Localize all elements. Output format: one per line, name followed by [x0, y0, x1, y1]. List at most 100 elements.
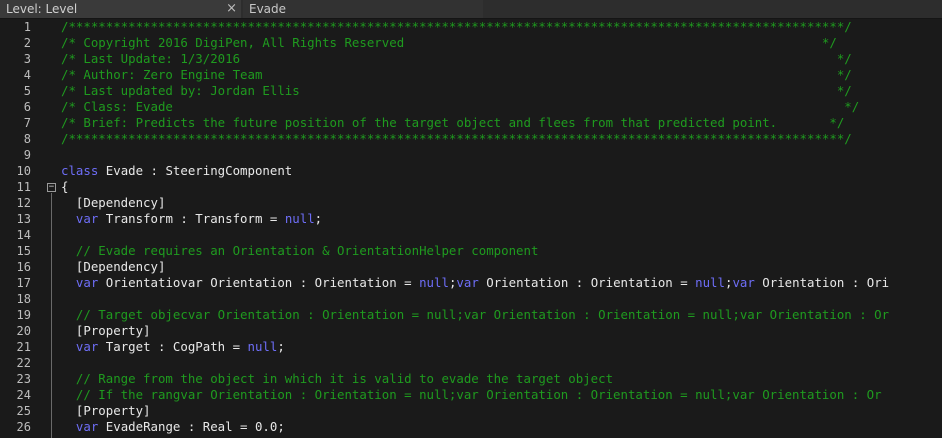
code-line[interactable]: 26 var EvadeRange : Real = 0.0;: [0, 419, 942, 435]
code-line[interactable]: 20 [Property]: [0, 323, 942, 339]
code-text: [61, 291, 76, 307]
code-text: /* Copyright 2016 DigiPen, All Rights Re…: [61, 35, 837, 51]
code-text: [61, 355, 76, 371]
line-number: 7: [23, 116, 31, 130]
keyword-token: null: [419, 275, 449, 290]
code-line[interactable]: 25 [Property]: [0, 403, 942, 419]
line-number: 23: [16, 372, 31, 386]
line-number: 13: [16, 212, 31, 226]
comment-token: /***************************************…: [61, 19, 852, 34]
code-line[interactable]: 5 /* Last updated by: Jordan Ellis */: [0, 83, 942, 99]
code-text: /* Last updated by: Jordan Ellis */: [61, 83, 852, 99]
code-token: EvadeRange : Real = 0.0;: [98, 419, 285, 434]
comment-token: /* Copyright 2016 DigiPen, All Rights Re…: [61, 35, 837, 50]
line-number: 17: [16, 276, 31, 290]
code-line[interactable]: 11 {: [0, 179, 942, 195]
code-line[interactable]: 8 /**************************************…: [0, 131, 942, 147]
code-line[interactable]: 7 /* Brief: Predicts the future position …: [0, 115, 942, 131]
code-line[interactable]: 14: [0, 227, 942, 243]
code-line[interactable]: 10 class Evade : SteeringComponent: [0, 163, 942, 179]
line-number: 15: [16, 244, 31, 258]
code-text: var Transform : Transform = null;: [61, 211, 322, 227]
line-number: 2: [23, 36, 31, 50]
code-token: [Property]: [61, 403, 151, 418]
code-line[interactable]: 3 /* Last Update: 1/3/2016 */: [0, 51, 942, 67]
line-number: 25: [16, 404, 31, 418]
code-line[interactable]: 9: [0, 147, 942, 163]
comment-token: /* Class: Evade */: [61, 99, 860, 114]
tab-bar: Level: Level × Evade: [0, 0, 942, 19]
code-editor[interactable]: 1 /**************************************…: [0, 19, 942, 438]
code-line[interactable]: 24 // If the rangvar Orientation : Orien…: [0, 387, 942, 403]
code-text: var Orientatiovar Orientation : Orientat…: [61, 275, 889, 291]
comment-token: // If the rangvar Orientation : Orientat…: [61, 387, 882, 402]
code-line[interactable]: 12 [Dependency]: [0, 195, 942, 211]
code-token: [Dependency]: [61, 195, 166, 210]
comment-token: /* Author: Zero Engine Team */: [61, 67, 852, 82]
code-text: var EvadeRange : Real = 0.0;: [61, 419, 285, 435]
code-text: {: [61, 179, 68, 195]
keyword-token: null: [695, 275, 725, 290]
code-line[interactable]: 16 [Dependency]: [0, 259, 942, 275]
code-line[interactable]: 15 // Evade requires an Orientation & Or…: [0, 243, 942, 259]
code-text: /* Author: Zero Engine Team */: [61, 67, 852, 83]
comment-token: // Range from the object in which it is …: [61, 371, 614, 386]
keyword-token: var: [75, 419, 99, 434]
line-number: 6: [23, 100, 31, 114]
code-line[interactable]: 22: [0, 355, 942, 371]
tab-evade[interactable]: Evade: [243, 0, 483, 18]
code-text: // Range from the object in which it is …: [61, 371, 613, 387]
code-text: /* Brief: Predicts the future position o…: [61, 115, 844, 131]
code-text: [Property]: [61, 323, 151, 339]
line-number: 1: [23, 20, 31, 34]
code-line[interactable]: 4 /* Author: Zero Engine Team */: [0, 67, 942, 83]
line-number: 20: [16, 324, 31, 338]
code-line[interactable]: 21 var Target : CogPath = null;: [0, 339, 942, 355]
code-text: /* Last Update: 1/3/2016 */: [61, 51, 852, 67]
code-token: Orientation : Ori: [754, 275, 890, 290]
code-line[interactable]: 13 var Transform : Transform = null;: [0, 211, 942, 227]
line-number: 4: [23, 68, 31, 82]
code-line[interactable]: 17 var Orientatiovar Orientation : Orien…: [0, 275, 942, 291]
code-text: /***************************************…: [61, 131, 852, 147]
code-token: [Dependency]: [61, 259, 166, 274]
code-line[interactable]: 2 /* Copyright 2016 DigiPen, All Rights R…: [0, 35, 942, 51]
line-number: 8: [23, 132, 31, 146]
code-line[interactable]: 1 /**************************************…: [0, 19, 942, 35]
line-number: 19: [16, 308, 31, 322]
code-text: var Target : CogPath = null;: [61, 339, 285, 355]
fold-collapse-icon[interactable]: −: [47, 183, 56, 192]
line-number: 5: [23, 84, 31, 98]
line-number: 26: [16, 420, 31, 434]
keyword-token: var: [75, 275, 99, 290]
line-number: 9: [23, 148, 31, 162]
keyword-token: var: [75, 211, 99, 226]
tab-level-label: Level: Level: [6, 2, 78, 16]
code-token: Orientation : Orientation =: [478, 275, 696, 290]
code-token: Orientatiovar Orientation : Orientation …: [98, 275, 420, 290]
code-line[interactable]: 6 /* Class: Evade */: [0, 99, 942, 115]
line-number: 24: [16, 388, 31, 402]
code-text: /* Class: Evade */: [61, 99, 859, 115]
code-line[interactable]: 19 // Target objecvar Orientation : Orie…: [0, 307, 942, 323]
code-token: Evade : SteeringComponent: [98, 163, 293, 178]
line-number: 22: [16, 356, 31, 370]
code-text: /***************************************…: [61, 19, 852, 35]
code-line[interactable]: 18: [0, 291, 942, 307]
line-number: 11: [16, 180, 31, 194]
keyword-token: null: [247, 339, 278, 354]
code-line[interactable]: 23 // Range from the object in which it …: [0, 371, 942, 387]
line-number: 10: [16, 164, 31, 178]
code-text: [61, 227, 76, 243]
code-text: // Evade requires an Orientation & Orien…: [61, 243, 539, 259]
code-text: [Dependency]: [61, 195, 166, 211]
close-icon[interactable]: ×: [226, 1, 237, 16]
tab-level[interactable]: Level: Level ×: [0, 0, 241, 18]
code-token: Transform : Transform =: [98, 211, 285, 226]
code-text: [Dependency]: [61, 259, 166, 275]
